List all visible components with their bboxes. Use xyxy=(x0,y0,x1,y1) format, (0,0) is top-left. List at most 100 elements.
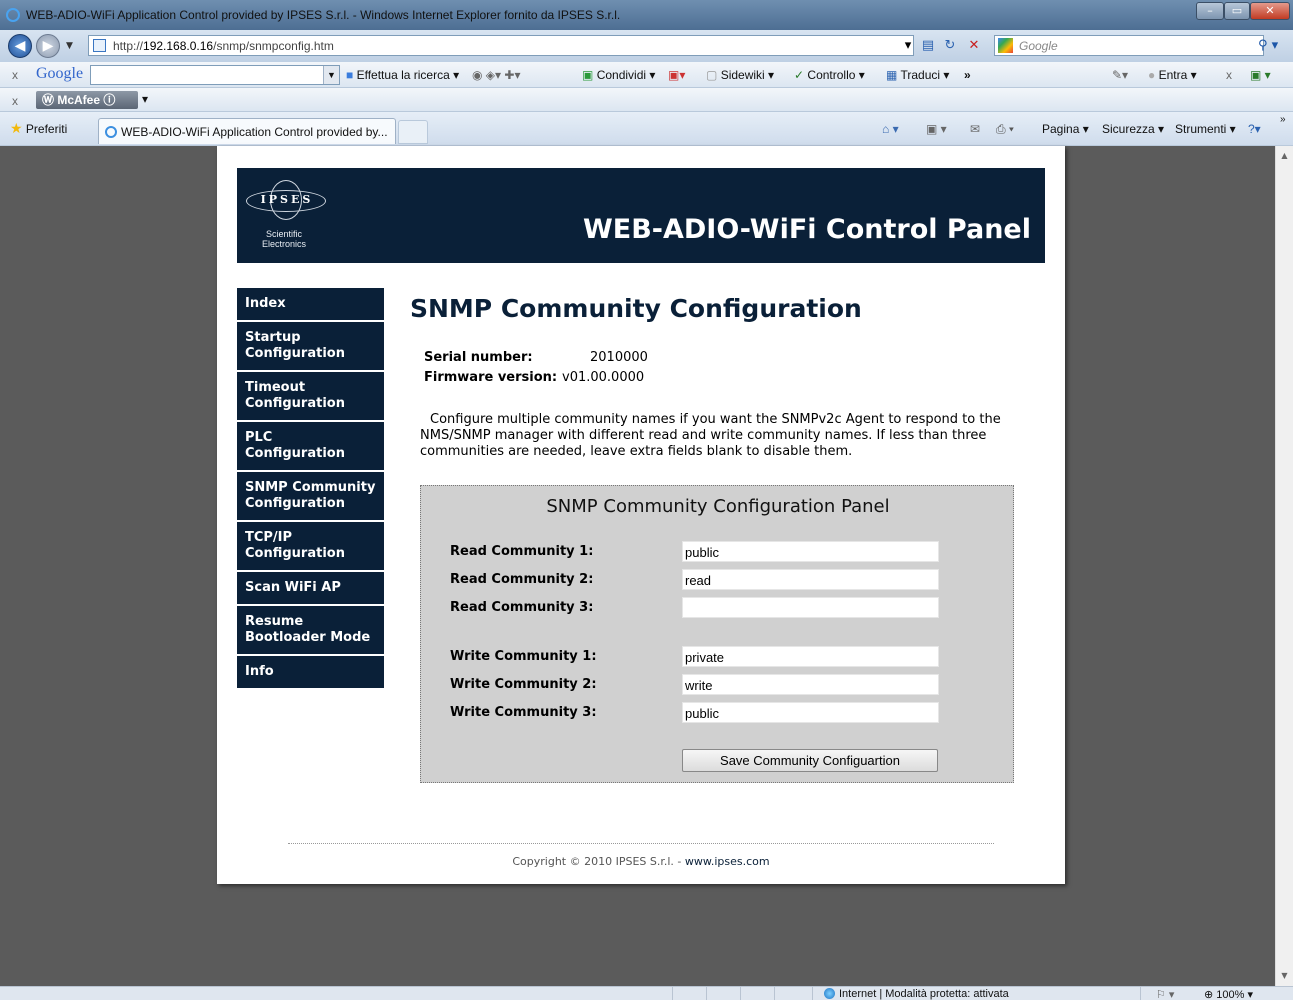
logo-brand: IPSES xyxy=(260,193,314,206)
sidewiki-button[interactable]: ▢ Sidewiki ▾ xyxy=(706,68,774,82)
tab-active[interactable]: WEB-ADIO-WiFi Application Control provid… xyxy=(98,118,396,144)
search-field[interactable]: Google xyxy=(994,35,1264,56)
write-community-1-input[interactable]: private xyxy=(682,646,939,667)
url-dropdown-icon[interactable]: ▾ xyxy=(898,36,918,56)
write-community-2-input[interactable]: write xyxy=(682,674,939,695)
protected-mode-icon[interactable]: ⚐ ▾ xyxy=(1156,988,1174,1000)
write-community-1-label: Write Community 1: xyxy=(450,649,597,664)
status-bar: Internet | Modalità protetta: attivata ⚐… xyxy=(0,986,1293,1000)
browser-viewport: ▲ ▼ IPSES Scientific Electronics WEB-ADIO… xyxy=(0,146,1293,986)
serial-value: 2010000 xyxy=(590,350,648,365)
maximize-button[interactable]: ▭ xyxy=(1224,2,1250,20)
google-search-button[interactable]: ■ Effettua la ricerca ▾ xyxy=(346,68,459,82)
more-button[interactable]: » xyxy=(964,68,971,82)
google-search-provider-icon xyxy=(998,38,1013,53)
tab-title: WEB-ADIO-WiFi Application Control provid… xyxy=(121,125,388,139)
back-button[interactable]: ◀ xyxy=(8,34,32,58)
toolbar-icons[interactable]: ◉ ◈▾ ✚▾ xyxy=(472,68,520,82)
security-menu[interactable]: Sicurezza ▾ xyxy=(1102,122,1164,136)
mcafee-button[interactable]: Ⓦ McAfee ⓘ xyxy=(36,91,138,109)
feeds-icon[interactable]: ▣ ▾ xyxy=(926,122,947,136)
scroll-up-icon[interactable]: ▲ xyxy=(1276,148,1293,164)
new-tab-button[interactable] xyxy=(398,120,428,144)
chevron-more-icon[interactable]: » xyxy=(1280,114,1286,125)
google-toolbar-close-button[interactable]: x xyxy=(12,68,18,82)
sidebar-item-timeout-configuration[interactable]: Timeout Configuration xyxy=(237,372,384,420)
footer-divider xyxy=(288,843,994,844)
header-banner: IPSES Scientific Electronics WEB-ADIO-WiF… xyxy=(237,168,1045,263)
save-community-button[interactable]: Save Community Configuartion xyxy=(682,749,938,772)
main-content: SNMP Community Configuration Serial numb… xyxy=(410,294,1030,459)
footer: Copyright © 2010 IPSES S.r.l. - www.ipse… xyxy=(217,855,1065,868)
firmware-label: Firmware version: xyxy=(424,370,558,385)
help-icon[interactable]: ?▾ xyxy=(1248,122,1261,136)
sidebar-menu: Index Startup Configuration Timeout Conf… xyxy=(237,288,384,690)
scroll-down-icon[interactable]: ▼ xyxy=(1276,968,1293,984)
signin-button[interactable]: ● Entra ▾ xyxy=(1148,68,1197,82)
vertical-scrollbar[interactable]: ▲ ▼ xyxy=(1275,146,1293,986)
web-page: IPSES Scientific Electronics WEB-ADIO-WiF… xyxy=(217,146,1065,884)
security-zone[interactable]: Internet | Modalità protetta: attivata xyxy=(824,988,1009,1000)
sidebar-item-plc-configuration[interactable]: PLC Configuration xyxy=(237,422,384,470)
sidebar-item-index[interactable]: Index xyxy=(237,288,384,320)
page-menu[interactable]: Pagina ▾ xyxy=(1042,122,1089,136)
sidebar-item-snmp-community-configuration[interactable]: SNMP Community Configuration xyxy=(237,472,384,520)
translate-button[interactable]: ▦ Traduci ▾ xyxy=(886,68,949,82)
zoom-level[interactable]: ⊕ 100% ▾ xyxy=(1204,988,1253,1000)
close-window-button[interactable]: ✕ xyxy=(1250,2,1290,20)
chevron-down-icon[interactable]: ▾ xyxy=(142,92,148,106)
recent-pages-dropdown[interactable]: ▼ xyxy=(66,41,73,51)
stop-icon[interactable]: ✕ xyxy=(964,36,984,56)
search-icon[interactable]: ⚲ ▾ xyxy=(1258,38,1278,53)
forward-button[interactable]: ▶ xyxy=(36,34,60,58)
close-icon[interactable]: x xyxy=(1226,68,1232,82)
address-bar-row: ◀ ▶ ▼ http://192.168.0.16/snmp/snmpconfi… xyxy=(0,30,1293,62)
ie-tab-icon xyxy=(105,126,117,138)
share-button[interactable]: ▣ Condividi ▾ xyxy=(582,68,655,82)
logo-subtitle: Scientific Electronics xyxy=(261,229,306,249)
panel-title: SNMP Community Configuration Panel xyxy=(546,496,890,517)
write-community-3-label: Write Community 3: xyxy=(450,705,597,720)
wrench-icon[interactable]: ✎▾ xyxy=(1112,68,1128,82)
addon-icon[interactable]: ▣ ▾ xyxy=(1250,68,1271,82)
ie-logo-icon xyxy=(6,8,20,22)
google-search-input[interactable]: ▼ xyxy=(90,65,340,85)
snmp-config-panel: SNMP Community Configuration Panel Read … xyxy=(420,485,1014,783)
page-title: WEB-ADIO-WiFi Control Panel xyxy=(582,214,1031,245)
read-community-1-label: Read Community 1: xyxy=(450,544,594,559)
read-community-3-input[interactable] xyxy=(682,597,939,618)
ipses-link[interactable]: www.ipses.com xyxy=(685,855,770,868)
sidebar-item-resume-bootloader-mode[interactable]: Resume Bootloader Mode xyxy=(237,606,384,654)
url-field[interactable]: http://192.168.0.16/snmp/snmpconfig.htm xyxy=(88,35,914,56)
print-icon[interactable]: ⎙ ▾ xyxy=(996,122,1014,137)
sidebar-item-info[interactable]: Info xyxy=(237,656,384,688)
refresh-icon[interactable]: ↻ xyxy=(940,36,960,56)
minimize-button[interactable]: – xyxy=(1196,2,1224,20)
chevron-down-icon[interactable]: ▼ xyxy=(323,66,339,84)
favorites-button[interactable]: ★ Preferiti xyxy=(10,120,67,137)
tools-menu[interactable]: Strumenti ▾ xyxy=(1175,122,1236,136)
window-title: WEB-ADIO-WiFi Application Control provid… xyxy=(26,8,621,22)
mcafee-toolbar: x Ⓦ McAfee ⓘ ▾ xyxy=(0,88,1293,112)
intro-text: Configure multiple community names if yo… xyxy=(420,412,1001,459)
section-heading: SNMP Community Configuration xyxy=(410,294,862,323)
favorites-tab-bar: ★ Preferiti WEB-ADIO-WiFi Application Co… xyxy=(0,112,1293,146)
compatibility-icon[interactable]: ▤ xyxy=(918,36,938,56)
spellcheck-button[interactable]: ✓ Controllo ▾ xyxy=(794,68,865,82)
google-toolbar: x Google ▼ ■ Effettua la ricerca ▾ ◉ ◈▾ … xyxy=(0,62,1293,88)
read-community-1-input[interactable]: public xyxy=(682,541,939,562)
window-titlebar: WEB-ADIO-WiFi Application Control provid… xyxy=(0,0,1293,30)
mail-icon[interactable]: ✉ xyxy=(970,122,980,136)
bookmark-icon[interactable]: ▣▾ xyxy=(668,68,685,82)
read-community-2-input[interactable]: read xyxy=(682,569,939,590)
sidebar-item-scan-wifi-ap[interactable]: Scan WiFi AP xyxy=(237,572,384,604)
serial-label: Serial number: xyxy=(424,350,533,365)
mcafee-toolbar-close-button[interactable]: x xyxy=(12,94,18,108)
google-logo: Google xyxy=(36,65,84,82)
sidebar-item-startup-configuration[interactable]: Startup Configuration xyxy=(237,322,384,370)
ipses-logo: IPSES Scientific Electronics xyxy=(246,180,326,250)
write-community-3-input[interactable]: public xyxy=(682,702,939,723)
home-icon[interactable]: ⌂ ▾ xyxy=(882,122,899,136)
url-text: http://192.168.0.16/snmp/snmpconfig.htm xyxy=(113,39,334,53)
sidebar-item-tcpip-configuration[interactable]: TCP/IP Configuration xyxy=(237,522,384,570)
